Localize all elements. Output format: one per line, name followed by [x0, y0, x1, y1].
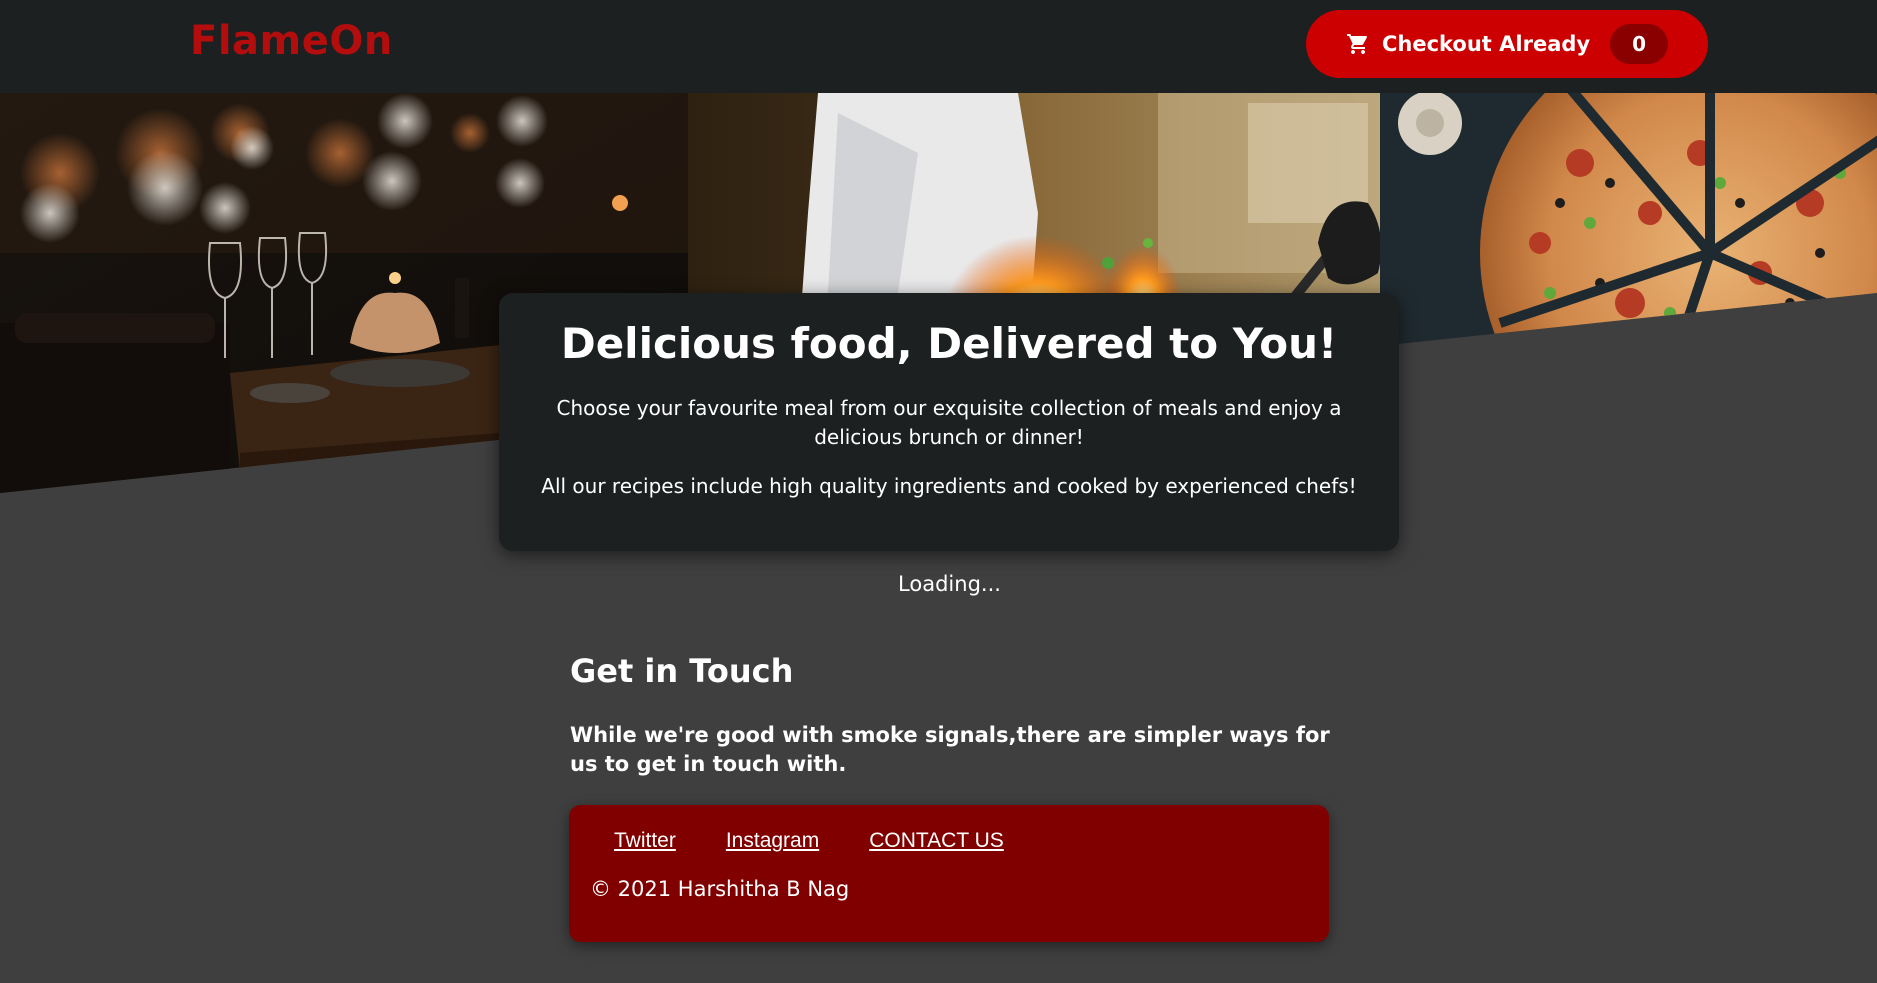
- intro-card: Delicious food, Delivered to You! Choose…: [499, 293, 1399, 551]
- contact-text: While we're good with smoke signals,ther…: [570, 723, 1330, 776]
- cart-icon: [1346, 34, 1367, 54]
- intro-paragraph-1: Choose your favourite meal from our exqu…: [556, 396, 1342, 449]
- twitter-link[interactable]: Twitter: [614, 829, 676, 853]
- intro-paragraph-2: All our recipes include high quality ing…: [541, 474, 1357, 498]
- contact-title: Get in Touch: [570, 652, 794, 690]
- footer-links: Twitter Instagram CONTACT US: [614, 829, 1004, 853]
- pizza-image: [1380, 93, 1877, 493]
- instagram-link[interactable]: Instagram: [726, 829, 819, 853]
- intro-title: Delicious food, Delivered to You!: [560, 319, 1338, 368]
- site-logo[interactable]: FlameOn: [190, 18, 393, 64]
- cart-count-badge: 0: [1610, 24, 1669, 64]
- page: FlameOn Checkout Already 0 Delicious foo…: [0, 0, 1877, 983]
- site-header: FlameOn Checkout Already 0: [0, 0, 1877, 93]
- site-footer: Twitter Instagram CONTACT US © 2021 Hars…: [569, 805, 1329, 942]
- copyright-text: © 2021 Harshitha B Nag: [590, 877, 850, 901]
- checkout-button[interactable]: Checkout Already 0: [1306, 10, 1708, 78]
- contact-us-link[interactable]: CONTACT US: [869, 829, 1004, 853]
- loading-indicator: Loading...: [898, 572, 1001, 596]
- checkout-label: Checkout Already: [1381, 32, 1591, 56]
